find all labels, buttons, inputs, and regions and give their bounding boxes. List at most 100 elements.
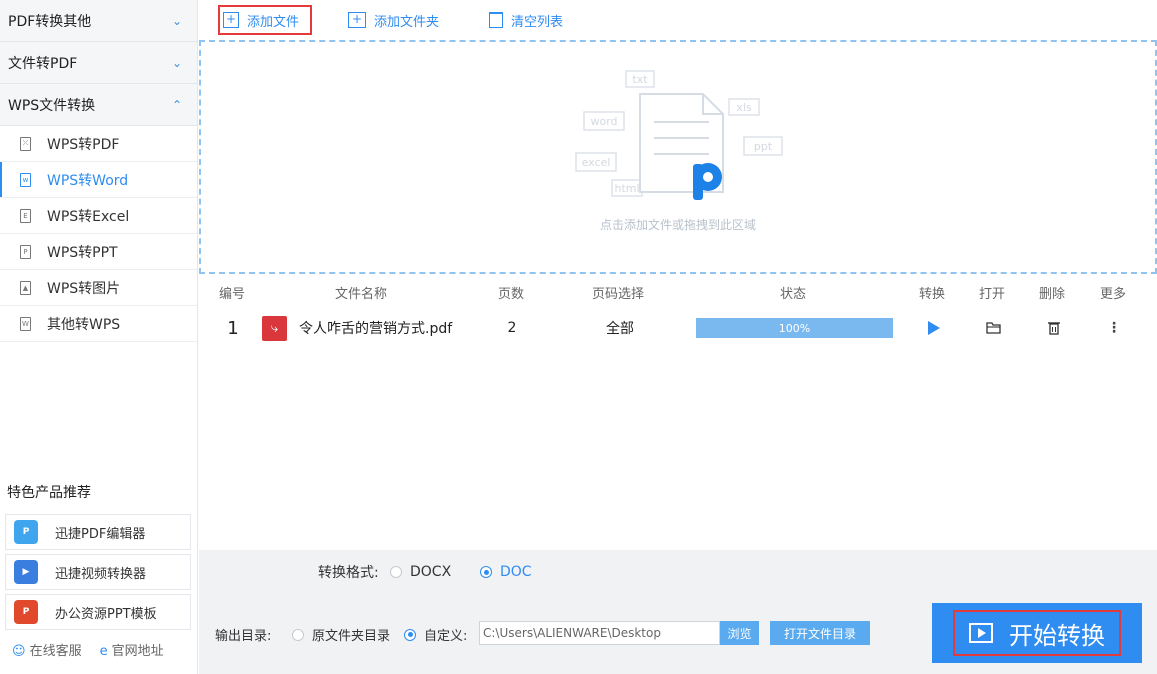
online-support-label: 在线客服 — [29, 644, 82, 659]
chevron-up-icon: ⌃ — [171, 97, 183, 112]
sidebar-item-label: WPS转PPT — [47, 244, 118, 261]
file-dropzone[interactable]: txt xls word ppt excel html 点击添加文件或拖拽到此区… — [199, 40, 1157, 274]
html-tag-label: html — [614, 182, 639, 195]
word-tag-label: word — [590, 115, 617, 128]
xls-tag-label: xls — [736, 101, 752, 114]
progress-text: 100% — [778, 321, 811, 335]
brand-p-logo-icon — [693, 163, 722, 200]
add-folder-icon: + — [348, 12, 366, 28]
output-path-input[interactable]: C:\Users\ALIENWARE\Desktop — [479, 621, 720, 645]
sidebar-item-wps-to-image[interactable]: ▲ WPS转图片 — [0, 270, 197, 306]
clear-list-label: 清空列表 — [511, 14, 564, 30]
radio-original-folder[interactable] — [292, 628, 304, 641]
trash-icon — [1048, 322, 1060, 335]
sidebar-group-wps-convert[interactable]: WPS文件转换 ⌃ — [0, 84, 197, 126]
chevron-down-icon: ⌄ — [171, 55, 183, 70]
sidebar-group-label: WPS文件转换 — [8, 97, 96, 114]
format-bar: 转换格式: DOCX DOC — [199, 550, 1157, 594]
col-delete: 删除 — [1039, 287, 1066, 302]
col-page-select: 页码选择 — [592, 287, 645, 302]
sidebar-group-pdf-to-other[interactable]: PDF转换其他 ⌄ — [0, 0, 197, 42]
sidebar-item-wps-to-excel[interactable]: E WPS转Excel — [0, 198, 197, 234]
product-label: 迅捷PDF编辑器 — [55, 526, 146, 542]
col-pages: 页数 — [498, 287, 525, 302]
radio-doc[interactable] — [480, 566, 492, 578]
row-page-select[interactable]: 全部 — [597, 312, 643, 344]
product-video-converter[interactable]: ▶ 迅捷视频转换器 — [5, 554, 191, 590]
sidebar-item-other-to-wps[interactable]: W 其他转WPS — [0, 306, 197, 342]
col-index: 编号 — [219, 287, 246, 302]
row-filename: ⤷ 令人咋舌的营销方式.pdf — [262, 312, 492, 344]
delete-row-button[interactable] — [1043, 312, 1065, 344]
vertical-dots-icon: ⋮ — [1107, 320, 1121, 336]
pdf-doc-icon: ⤫ — [20, 136, 31, 151]
sidebar-group-label: PDF转换其他 — [8, 13, 92, 30]
output-option-custom[interactable]: 自定义: — [404, 625, 467, 644]
table-row[interactable]: 1 ⤷ 令人咋舌的营销方式.pdf 2 全部 100% ⋮ — [199, 312, 1157, 344]
online-support-link[interactable]: ☺ 在线客服 — [12, 640, 82, 659]
clear-list-button[interactable]: 清空列表 — [485, 6, 567, 34]
toolbar: + 添加文件 + 添加文件夹 清空列表 — [199, 0, 1157, 40]
sidebar-item-wps-to-ppt[interactable]: P WPS转PPT — [0, 234, 197, 270]
sidebar-item-label: WPS转Word — [47, 172, 129, 189]
row-status: 100% — [696, 312, 893, 344]
sidebar-item-wps-to-word[interactable]: w WPS转Word — [0, 162, 197, 198]
excel-doc-icon: E — [20, 208, 31, 223]
radio-docx[interactable] — [390, 566, 402, 578]
format-label: 转换格式: — [318, 565, 379, 581]
row-pages: 2 — [507, 320, 517, 336]
product-ppt-template[interactable]: P 办公资源PPT模板 — [5, 594, 191, 630]
website-link[interactable]: e 官网地址 — [100, 640, 164, 659]
browse-button[interactable]: 浏览 — [720, 621, 759, 645]
chevron-down-icon: ⌄ — [171, 13, 183, 28]
radio-custom-folder[interactable] — [404, 628, 416, 641]
add-file-icon: + — [223, 12, 239, 28]
sidebar-item-label: WPS转Excel — [47, 208, 130, 225]
add-folder-label: 添加文件夹 — [374, 14, 440, 30]
trash-icon — [489, 12, 503, 28]
play-icon — [928, 321, 940, 335]
ppt-template-icon: P — [14, 600, 38, 624]
open-output-folder-button[interactable]: 打开文件目录 — [770, 621, 870, 645]
ppt-doc-icon: P — [20, 244, 31, 259]
ppt-tag-label: ppt — [754, 140, 773, 153]
format-option-doc[interactable]: DOC — [480, 564, 532, 580]
output-option-label: 原文件夹目录 — [312, 629, 391, 644]
output-bar: 输出目录: 原文件夹目录 自定义: C:\Users\ALIENWARE\Des… — [199, 594, 1157, 674]
excel-tag-label: excel — [582, 156, 611, 169]
pdf-editor-icon: P — [14, 520, 38, 544]
convert-play-button[interactable] — [923, 312, 945, 344]
col-name: 文件名称 — [335, 287, 388, 302]
dropzone-hint: 点击添加文件或拖拽到此区域 — [599, 218, 756, 232]
col-convert: 转换 — [919, 287, 946, 302]
col-more: 更多 — [1100, 287, 1127, 302]
play-icon — [969, 623, 993, 643]
video-converter-icon: ▶ — [14, 560, 38, 584]
output-label: 输出目录: — [215, 629, 272, 644]
sidebar-item-label: WPS转图片 — [47, 280, 121, 297]
sidebar: PDF转换其他 ⌄ 文件转PDF ⌄ WPS文件转换 ⌃ ⤫ WPS转PDF w… — [0, 0, 198, 674]
row-filename-text: 令人咋舌的营销方式.pdf — [299, 321, 453, 337]
txt-tag-label: txt — [632, 73, 648, 86]
sidebar-item-wps-to-pdf[interactable]: ⤫ WPS转PDF — [0, 126, 197, 162]
product-label: 办公资源PPT模板 — [55, 606, 157, 622]
pdf-file-icon: ⤷ — [262, 315, 287, 341]
website-label: 官网地址 — [111, 644, 164, 659]
featured-products-title: 特色产品推荐 — [7, 485, 91, 501]
sidebar-group-file-to-pdf[interactable]: 文件转PDF ⌄ — [0, 42, 197, 84]
start-convert-button[interactable]: 开始转换 — [932, 603, 1142, 663]
open-folder-button[interactable] — [983, 312, 1005, 344]
add-file-button[interactable]: + 添加文件 — [218, 5, 312, 35]
product-pdf-editor[interactable]: P 迅捷PDF编辑器 — [5, 514, 191, 550]
add-folder-button[interactable]: + 添加文件夹 — [344, 6, 443, 34]
col-status: 状态 — [780, 287, 807, 302]
image-doc-icon: ▲ — [20, 280, 31, 295]
output-option-original[interactable]: 原文件夹目录 — [292, 625, 390, 644]
app-window: PDF转换其他 ⌄ 文件转PDF ⌄ WPS文件转换 ⌃ ⤫ WPS转PDF w… — [0, 0, 1157, 674]
format-option-docx[interactable]: DOCX — [390, 564, 451, 580]
more-options-button[interactable]: ⋮ — [1103, 312, 1125, 344]
sidebar-group-label: 文件转PDF — [8, 55, 78, 72]
start-convert-label: 开始转换 — [1009, 621, 1105, 650]
output-option-label: 自定义: — [424, 629, 468, 644]
sidebar-item-label: WPS转PDF — [47, 136, 120, 153]
